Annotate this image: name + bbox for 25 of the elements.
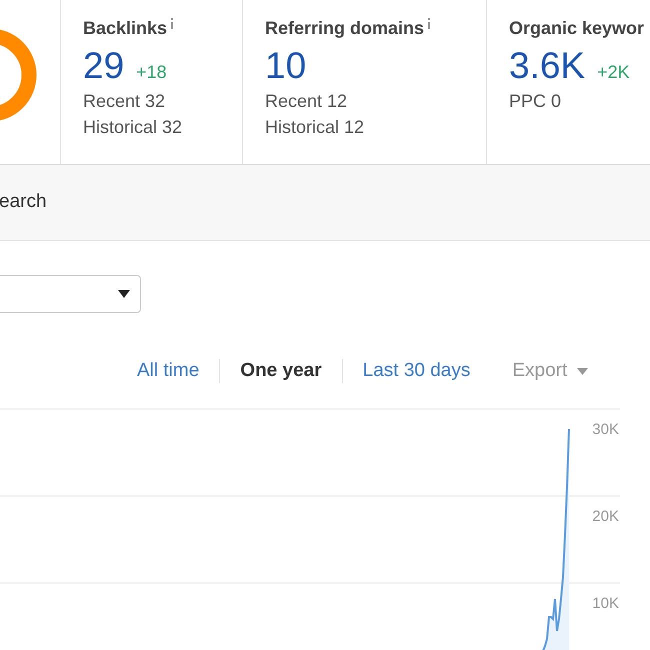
stat-detail: Historical 32 bbox=[83, 116, 182, 139]
stat-title: Organic keywor bbox=[509, 17, 644, 40]
y-axis-label: 30K bbox=[592, 421, 619, 438]
stat-detail: PPC 0 bbox=[509, 90, 562, 113]
period-tab[interactable]: Last 30 days bbox=[362, 356, 470, 386]
stat-value[interactable]: 10 bbox=[265, 44, 306, 88]
period-tab[interactable]: One year bbox=[240, 356, 322, 386]
y-axis-label: 20K bbox=[592, 508, 619, 525]
stat-value[interactable]: 29 bbox=[83, 44, 124, 88]
stat-value[interactable]: 3.6K bbox=[509, 44, 586, 88]
info-icon[interactable] bbox=[427, 18, 432, 29]
stat-detail: Recent 32 bbox=[83, 90, 166, 113]
stat-detail: Recent 12 bbox=[265, 90, 348, 113]
stat-detail: Historical 12 bbox=[265, 116, 364, 139]
y-axis-label: 10K bbox=[592, 595, 619, 612]
stat-title: Referring domains bbox=[265, 17, 424, 40]
info-icon[interactable] bbox=[170, 18, 174, 29]
caret-icon bbox=[118, 290, 130, 298]
stat-title: Backlinks bbox=[83, 17, 168, 40]
period-tab[interactable]: All time bbox=[137, 356, 200, 386]
section-tab[interactable]: earch bbox=[0, 188, 47, 217]
metric-dropdown[interactable] bbox=[0, 275, 141, 313]
caret-icon bbox=[577, 368, 588, 374]
stat-change: +18 bbox=[136, 61, 167, 84]
stat-change: +2K bbox=[597, 61, 630, 84]
